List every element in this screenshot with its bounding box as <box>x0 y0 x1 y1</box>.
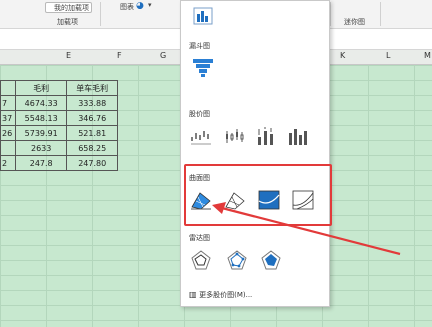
table-row: 2633 658.25 <box>0 140 119 156</box>
table-cell[interactable]: 5739.91 <box>15 125 68 141</box>
filled-radar-chart-icon[interactable] <box>259 249 283 271</box>
column-header-g[interactable]: G <box>160 51 166 60</box>
ribbon-separator <box>330 2 331 26</box>
chart-icon: ▥ <box>189 290 200 299</box>
table-row: 26 5739.91 521.81 <box>0 125 119 141</box>
table-cell[interactable] <box>0 80 17 96</box>
more-stock-charts-link[interactable]: ▥ 更多股价图(M)... <box>189 290 252 300</box>
column-header-k[interactable]: K <box>340 51 345 60</box>
funnel-chart-icon[interactable] <box>191 57 215 79</box>
table-cell[interactable]: 247.80 <box>66 155 119 171</box>
stock-chart-4-icon[interactable] <box>287 125 311 147</box>
table-cell[interactable]: 26 <box>0 125 17 141</box>
table-cell[interactable] <box>0 140 17 156</box>
table-cell[interactable]: 346.76 <box>66 110 119 126</box>
histogram-chart-icon[interactable] <box>191 5 215 27</box>
chart-label[interactable]: 图表 <box>120 2 134 12</box>
radar-markers-chart-icon[interactable] <box>225 249 249 271</box>
column-header-f[interactable]: F <box>117 51 122 60</box>
table-cell[interactable]: 521.81 <box>66 125 119 141</box>
table-cell[interactable]: 4674.33 <box>15 95 68 111</box>
table-header[interactable]: 毛利 <box>15 80 68 96</box>
stock-section-title: 股价图 <box>189 110 210 118</box>
table-header-row: 毛利 单车毛利 <box>0 80 119 96</box>
stock-chart-3-icon[interactable] <box>255 125 279 147</box>
radar-chart-icon[interactable] <box>189 249 213 271</box>
table-cell[interactable]: 7 <box>0 95 17 111</box>
surface-highlight-box <box>184 164 332 226</box>
table-cell[interactable]: 5548.13 <box>15 110 68 126</box>
stock-chart-1-icon[interactable] <box>189 125 213 147</box>
radar-section-title: 雷达图 <box>189 234 210 242</box>
sparkline-group-label: 迷你图 <box>344 18 365 26</box>
my-addins-button[interactable]: 我的加载项 <box>45 2 92 13</box>
table-header[interactable]: 单车毛利 <box>66 80 119 96</box>
table-row: 2 247.8 247.80 <box>0 155 119 171</box>
table-row: 37 5548.13 346.76 <box>0 110 119 126</box>
ribbon-separator <box>100 2 101 26</box>
table-cell[interactable]: 2 <box>0 155 17 171</box>
chart-type-dropdown: 漏斗图 股价图 曲面图 雷达图 ▥ 更多股价图(M)... <box>180 0 330 307</box>
pie-chart-icon[interactable]: ◕ <box>136 1 144 11</box>
data-table: 毛利 单车毛利 7 4674.33 333.88 37 5548.13 346.… <box>0 80 119 171</box>
table-cell[interactable]: 247.8 <box>15 155 68 171</box>
table-cell[interactable]: 37 <box>0 110 17 126</box>
table-row: 7 4674.33 333.88 <box>0 95 119 111</box>
table-cell[interactable]: 2633 <box>15 140 68 156</box>
column-header-l[interactable]: L <box>386 51 390 60</box>
my-addins-label: 我的加载项 <box>54 4 89 12</box>
funnel-section-title: 漏斗图 <box>189 42 210 50</box>
column-header-m[interactable]: M <box>424 51 431 60</box>
table-cell[interactable]: 333.88 <box>66 95 119 111</box>
table-cell[interactable]: 658.25 <box>66 140 119 156</box>
ribbon-separator <box>380 2 381 26</box>
stock-chart-2-icon[interactable] <box>223 125 247 147</box>
column-header-e[interactable]: E <box>66 51 71 60</box>
dropdown-arrow-icon[interactable]: ▾ <box>148 1 152 9</box>
more-stock-charts-label: 更多股价图(M)... <box>199 291 253 299</box>
addins-group-label: 加载项 <box>57 18 78 26</box>
